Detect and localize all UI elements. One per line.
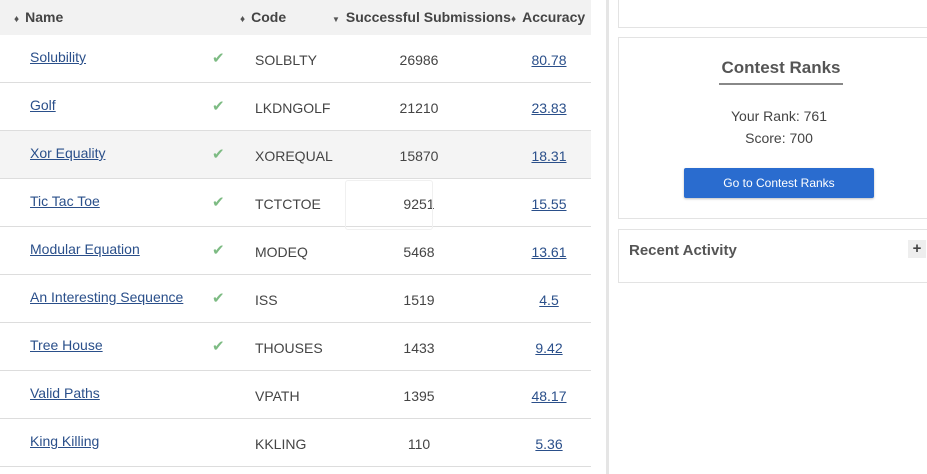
contest-ranks-panel: Contest Ranks Your Rank: 761 Score: 700 … (618, 37, 927, 219)
problem-name-link[interactable]: Solubility (30, 49, 86, 65)
accuracy-link[interactable]: 4.5 (520, 292, 578, 308)
sort-desc-icon: ▼ (332, 15, 340, 24)
top-panel (618, 0, 927, 28)
accuracy-link[interactable]: 48.17 (520, 388, 578, 404)
table-row: Valid Paths VPATH 1395 48.17 (0, 371, 591, 419)
check-icon: ✔ (212, 146, 225, 163)
accuracy-column-header[interactable]: ♦ Accuracy (511, 0, 585, 35)
submissions-header-label: Successful Submissions (345, 9, 511, 25)
check-icon: ✔ (212, 50, 225, 67)
column-divider (606, 0, 609, 474)
name-header-label: Name (25, 9, 64, 25)
accuracy-header-label: Accuracy (522, 9, 586, 25)
problem-code: LKDNGOLF (255, 100, 331, 116)
problem-code: KKLING (255, 436, 307, 452)
expand-plus-icon[interactable]: + (908, 240, 926, 258)
successful-submissions: 21210 (399, 100, 439, 116)
table-row: Solubility ✔ SOLBLTY 26986 80.78 (0, 35, 591, 83)
go-to-contest-ranks-button[interactable]: Go to Contest Ranks (684, 168, 874, 198)
recent-activity-panel: Recent Activity + (618, 229, 927, 283)
accuracy-link[interactable]: 18.31 (520, 148, 578, 164)
problem-code: THOUSES (255, 340, 323, 356)
successful-submissions: 1519 (403, 292, 435, 308)
problem-code: XOREQUAL (255, 148, 333, 164)
problem-name-link[interactable]: Tree House (30, 337, 103, 353)
successful-submissions: 110 (407, 436, 431, 452)
problem-name-link[interactable]: Modular Equation (30, 241, 140, 257)
problem-code: VPATH (255, 388, 300, 404)
check-icon: ✔ (212, 194, 225, 211)
table-row: Golf ✔ LKDNGOLF 21210 23.83 (0, 83, 591, 131)
accuracy-link[interactable]: 15.55 (520, 196, 578, 212)
successful-submissions: 1395 (403, 388, 435, 404)
problem-name-link[interactable]: Tic Tac Toe (30, 193, 100, 209)
contest-ranks-title: Contest Ranks (719, 58, 843, 85)
recent-activity-title: Recent Activity (629, 242, 737, 259)
accuracy-link[interactable]: 13.61 (520, 244, 578, 260)
table-row: An Interesting Sequence ✔ ISS 1519 4.5 (0, 275, 591, 323)
problem-code: ISS (255, 292, 278, 308)
accuracy-link[interactable]: 23.83 (520, 100, 578, 116)
check-icon: ✔ (212, 338, 225, 355)
faint-overlay (345, 180, 433, 230)
your-rank-text: Your Rank: 761 (731, 108, 827, 124)
check-icon: ✔ (212, 98, 225, 115)
check-icon: ✔ (212, 242, 225, 259)
table-row: Tree House ✔ THOUSES 1433 9.42 (0, 323, 591, 371)
problem-name-link[interactable]: Xor Equality (30, 145, 105, 161)
accuracy-link[interactable]: 80.78 (520, 52, 578, 68)
successful-submissions: 5468 (403, 244, 435, 260)
table-row: Modular Equation ✔ MODEQ 5468 13.61 (0, 227, 591, 275)
table-row: Xor Equality ✔ XOREQUAL 15870 18.31 (0, 131, 591, 179)
sort-icon: ♦ (240, 14, 246, 25)
problem-name-link[interactable]: Valid Paths (30, 385, 100, 401)
check-icon: ✔ (212, 290, 225, 307)
accuracy-link[interactable]: 9.42 (520, 340, 578, 356)
problems-table: ♦ Name ♦ Code ▼ Successful Submissions ♦ Acc… (0, 0, 591, 474)
table-row: King Killing KKLING 110 5.36 (0, 419, 591, 467)
score-text: Score: 700 (745, 130, 813, 146)
table-row: Tic Tac Toe ✔ TCTCTOE 9251 15.55 (0, 179, 591, 227)
submissions-column-header[interactable]: ▼ Successful Submissions (332, 0, 511, 35)
sort-icon: ♦ (511, 14, 517, 25)
problem-code: MODEQ (255, 244, 308, 260)
successful-submissions: 15870 (399, 148, 439, 164)
successful-submissions: 26986 (399, 52, 439, 68)
code-column-header[interactable]: ♦ Code (240, 0, 286, 35)
sort-icon: ♦ (14, 14, 20, 25)
problem-name-link[interactable]: Golf (30, 97, 56, 113)
problem-name-link[interactable]: An Interesting Sequence (30, 289, 183, 305)
problem-code: SOLBLTY (255, 52, 317, 68)
code-header-label: Code (251, 9, 287, 25)
table-header: ♦ Name ♦ Code ▼ Successful Submissions ♦ Acc… (0, 0, 591, 35)
name-column-header[interactable]: ♦ Name (14, 0, 63, 35)
accuracy-link[interactable]: 5.36 (520, 436, 578, 452)
problem-name-link[interactable]: King Killing (30, 433, 99, 449)
problem-code: TCTCTOE (255, 196, 321, 212)
successful-submissions: 1433 (403, 340, 435, 356)
